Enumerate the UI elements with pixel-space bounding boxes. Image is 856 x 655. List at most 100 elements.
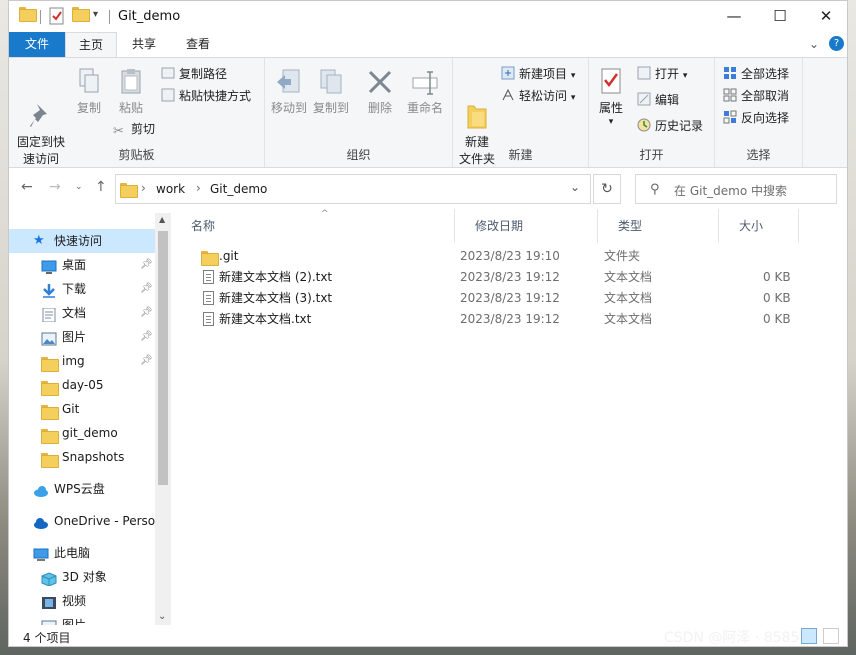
tab-home[interactable]: 主页: [65, 32, 117, 58]
scroll-up-icon[interactable]: ▲: [159, 215, 165, 224]
copy-button[interactable]: 复制: [71, 62, 107, 117]
nav-pictures-pinned[interactable]: 图片 📌︎: [9, 325, 155, 349]
tab-view[interactable]: 查看: [171, 32, 225, 57]
close-button[interactable]: ✕: [803, 1, 847, 32]
properties-icon: [597, 66, 625, 98]
item-count: 4 个项目: [23, 631, 71, 645]
move-to-button[interactable]: 移动到: [269, 62, 309, 117]
details-view-icon[interactable]: [801, 628, 817, 644]
tab-file[interactable]: 文件: [9, 32, 65, 57]
file-date: 2023/8/23 19:10: [460, 249, 560, 263]
easy-access-button[interactable]: 轻松访问 ▾: [501, 86, 575, 106]
search-input[interactable]: ⚲ 在 Git_demo 中搜索: [635, 174, 837, 204]
copy-to-label: 复制到: [312, 101, 349, 115]
up-arrow-icon[interactable]: ↑: [95, 179, 107, 195]
address-bar[interactable]: › work › Git_demo ⌄: [115, 174, 591, 204]
rename-button[interactable]: 重命名: [405, 62, 445, 117]
nav-desktop[interactable]: 桌面 📌︎: [9, 253, 155, 277]
pin-icon[interactable]: 📌︎: [140, 277, 153, 301]
nav-onedrive[interactable]: OneDrive - Perso: [9, 509, 155, 533]
explorer-window: ▾ Git_demo — ☐ ✕ 文件 主页 共享 查看 ⌄ ? 固定到快 速访…: [8, 0, 848, 647]
breadcrumb-git-demo[interactable]: Git_demo: [210, 182, 267, 196]
scroll-down-icon[interactable]: ⌄: [158, 611, 166, 622]
download-arrow-icon: [41, 282, 57, 298]
nav-git-label: Git: [62, 402, 80, 416]
column-header-size[interactable]: 大小: [719, 209, 799, 243]
address-row: ← → ⌄ ↑ › work › Git_demo ⌄ ↻ ⚲ 在 Git_de…: [9, 169, 847, 209]
breadcrumb-chevron-icon[interactable]: ›: [196, 181, 201, 195]
table-row[interactable]: 新建文本文档 (2).txt 2023/8/23 19:12 文本文档 0 KB: [171, 267, 847, 288]
nav-git[interactable]: Git: [9, 397, 155, 421]
scrollbar-thumb[interactable]: [158, 231, 168, 485]
table-row[interactable]: 新建文本文档 (3).txt 2023/8/23 19:12 文本文档 0 KB: [171, 288, 847, 309]
nav-snapshots[interactable]: Snapshots: [9, 445, 155, 469]
select-none-button[interactable]: 全部取消: [723, 86, 789, 106]
file-date: 2023/8/23 19:12: [460, 270, 560, 284]
new-item-label: 新建项目: [519, 67, 568, 81]
nav-wps-cloud[interactable]: WPS云盘: [9, 477, 155, 501]
tab-share[interactable]: 共享: [117, 32, 171, 57]
cut-button[interactable]: ✂ 剪切: [113, 119, 155, 139]
recent-locations-chevron-icon[interactable]: ⌄: [75, 182, 83, 192]
open-button[interactable]: 打开 ▾: [637, 64, 687, 84]
properties-check-icon[interactable]: [49, 7, 67, 25]
nav-day-05[interactable]: day-05: [9, 373, 155, 397]
refresh-button[interactable]: ↻: [593, 174, 621, 204]
nav-desktop-label: 桌面: [62, 258, 87, 272]
collapse-ribbon-icon[interactable]: ⌄: [809, 37, 819, 51]
invert-selection-button[interactable]: 反向选择: [723, 108, 789, 128]
copy-icon: [75, 66, 103, 98]
nav-this-pc[interactable]: 此电脑: [9, 541, 155, 565]
copy-path-button[interactable]: 复制路径: [161, 64, 227, 84]
pin-icon[interactable]: 📌︎: [140, 325, 153, 349]
history-button[interactable]: 历史记录: [637, 116, 703, 136]
column-header-date[interactable]: 修改日期: [455, 209, 598, 243]
pin-icon[interactable]: 📌︎: [140, 349, 153, 373]
delete-x-icon: [366, 66, 394, 98]
nav-3d-objects[interactable]: 3D 对象: [9, 565, 155, 589]
minimize-button[interactable]: —: [711, 1, 757, 32]
forward-arrow-icon[interactable]: →: [49, 179, 61, 195]
paste-button[interactable]: 粘贴: [113, 62, 149, 117]
file-size: 0 KB: [763, 312, 791, 326]
select-all-button[interactable]: 全部选择: [723, 64, 789, 84]
maximize-button[interactable]: ☐: [757, 1, 803, 32]
delete-button[interactable]: 删除: [365, 62, 395, 117]
ribbon-tabs: 文件 主页 共享 查看 ⌄ ?: [9, 32, 847, 58]
paste-shortcut-button[interactable]: 粘贴快捷方式: [161, 86, 251, 106]
navigation-scrollbar[interactable]: ▲ ⌄: [155, 213, 171, 625]
table-row[interactable]: .git 2023/8/23 19:10 文件夹: [171, 246, 847, 267]
new-folder-quick-icon[interactable]: [72, 7, 90, 25]
folder-icon: [19, 7, 37, 25]
breadcrumb-chevron-icon[interactable]: ›: [141, 181, 146, 195]
breadcrumb-work[interactable]: work: [156, 182, 185, 196]
nav-documents-label: 文档: [62, 306, 87, 320]
edit-button[interactable]: 编辑: [637, 90, 679, 110]
column-header-name[interactable]: 名称: [171, 209, 455, 243]
nav-git-demo[interactable]: git_demo: [9, 421, 155, 445]
nav-quick-access[interactable]: ★ 快速访问: [9, 229, 155, 253]
file-type: 文本文档: [604, 291, 653, 305]
column-header-type[interactable]: 类型: [598, 209, 719, 243]
text-file-icon: [203, 312, 214, 333]
nav-documents[interactable]: 文档 📌︎: [9, 301, 155, 325]
large-icons-view-icon[interactable]: [823, 628, 839, 644]
table-row[interactable]: 新建文本文档.txt 2023/8/23 19:12 文本文档 0 KB: [171, 309, 847, 333]
new-item-button[interactable]: 新建项目 ▾: [501, 64, 575, 84]
title-bar: ▾ Git_demo — ☐ ✕: [9, 1, 847, 32]
nav-pictures[interactable]: 图片: [9, 613, 155, 625]
file-date: 2023/8/23 19:12: [460, 312, 560, 326]
nav-downloads[interactable]: 下载 📌︎: [9, 277, 155, 301]
pictures-icon: [41, 330, 57, 346]
help-icon[interactable]: ?: [829, 36, 844, 51]
nav-videos[interactable]: 视频: [9, 589, 155, 613]
copy-to-button[interactable]: 复制到: [311, 62, 351, 117]
nav-img[interactable]: img 📌︎: [9, 349, 155, 373]
pin-icon[interactable]: 📌︎: [140, 301, 153, 325]
back-arrow-icon[interactable]: ←: [21, 179, 33, 195]
file-size: 0 KB: [763, 270, 791, 284]
pin-icon[interactable]: 📌︎: [140, 253, 153, 277]
file-type: 文件夹: [604, 249, 641, 263]
properties-button[interactable]: 属性 ▾: [593, 62, 629, 127]
address-dropdown-icon[interactable]: ⌄: [570, 180, 580, 194]
